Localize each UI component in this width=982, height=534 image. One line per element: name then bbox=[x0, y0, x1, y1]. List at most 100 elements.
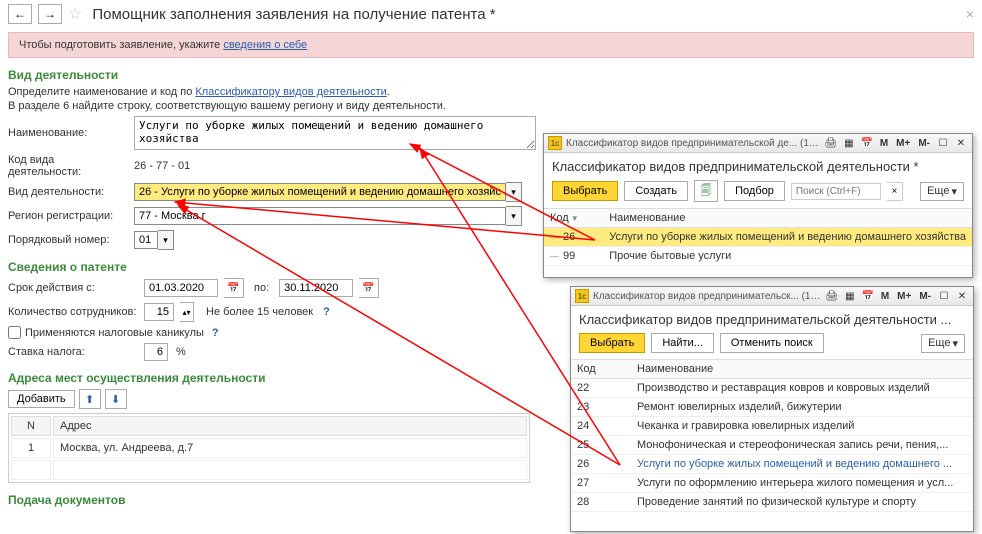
modal1-search-input[interactable] bbox=[791, 183, 881, 200]
print-icon[interactable]: 🖨 bbox=[825, 289, 839, 303]
emp-count-input[interactable] bbox=[144, 303, 174, 321]
add-address-button[interactable]: Добавить bbox=[8, 390, 75, 408]
emp-spinner-icon[interactable]: ▴▾ bbox=[180, 302, 194, 322]
modal2-select-button[interactable]: Выбрать bbox=[579, 333, 645, 353]
name-input[interactable]: Услуги по уборке жилых помещений и веден… bbox=[134, 116, 536, 150]
close-icon[interactable]: × bbox=[966, 6, 974, 22]
modal2-row[interactable]: 23Ремонт ювелирных изделий, бижутерии bbox=[571, 398, 973, 417]
modal2-window-title: Классификатор видов предпринимательск...… bbox=[593, 291, 821, 302]
activity-hint1-prefix: Определите наименование и код по bbox=[8, 86, 195, 98]
code-label: Код вида деятельности: bbox=[8, 154, 128, 178]
date-from-calendar-icon[interactable]: 📅 bbox=[224, 278, 244, 298]
warning-text: Чтобы подготовить заявление, укажите bbox=[19, 39, 223, 51]
modal1-copy-icon[interactable]: 🗐 bbox=[694, 180, 718, 202]
table-row-empty[interactable] bbox=[11, 460, 527, 480]
addresses-table: N Адрес 1 Москва, ул. Андреева, д.7 bbox=[8, 413, 530, 483]
warning-banner: Чтобы подготовить заявление, укажите све… bbox=[8, 32, 974, 58]
date-to-calendar-icon[interactable]: 📅 bbox=[359, 278, 379, 298]
calc-icon[interactable]: 📅 bbox=[861, 289, 875, 303]
favorite-star-icon[interactable]: ☆ bbox=[68, 4, 82, 24]
section-activity-title: Вид деятельности bbox=[8, 68, 974, 82]
modal2-row[interactable]: 27Услуги по оформлению интерьера жилого … bbox=[571, 474, 973, 493]
classifier-link[interactable]: Классификатору видов деятельности bbox=[195, 86, 386, 98]
maximize-icon[interactable]: ☐ bbox=[936, 136, 950, 150]
modal1-row[interactable]: —99Прочие бытовые услуги bbox=[544, 247, 972, 266]
modal2-row[interactable]: 26Услуги по уборке жилых помещений и вед… bbox=[571, 455, 973, 474]
modal1-more-button[interactable]: Еще▾ bbox=[920, 182, 964, 201]
activity-hint2: В разделе 6 найдите строку, соответствую… bbox=[8, 100, 974, 112]
order-dropdown-toggle[interactable]: ▾ bbox=[158, 230, 174, 250]
classifier-modal-2: 1c Классификатор видов предпринимательск… bbox=[570, 286, 974, 532]
col-n: N bbox=[11, 416, 51, 436]
modal1-window-title: Классификатор видов предпринимательской … bbox=[566, 138, 820, 149]
holidays-checkbox[interactable] bbox=[8, 326, 21, 339]
modal1-col-name[interactable]: Наименование bbox=[603, 209, 972, 228]
m-plus-button[interactable]: M+ bbox=[894, 138, 912, 149]
app-icon: 1c bbox=[575, 289, 589, 303]
nav-back-button[interactable]: ← bbox=[8, 4, 32, 24]
rate-input[interactable] bbox=[144, 343, 168, 361]
date-to-input[interactable] bbox=[279, 279, 353, 297]
date-from-input[interactable] bbox=[144, 279, 218, 297]
modal1-select-button[interactable]: Выбрать bbox=[552, 181, 618, 201]
code-value: 26 - 77 - 01 bbox=[134, 160, 190, 172]
modal2-grid: КодНаименование 22Производство и реставр… bbox=[571, 360, 973, 512]
modal1-pick-button[interactable]: Подбор bbox=[724, 181, 785, 201]
grid-icon[interactable]: ▦ bbox=[843, 289, 857, 303]
modal1-create-button[interactable]: Создать bbox=[624, 181, 688, 201]
table-row[interactable]: 1 Москва, ул. Андреева, д.7 bbox=[11, 438, 527, 458]
move-down-button[interactable]: ⬇ bbox=[105, 389, 127, 409]
m-button[interactable]: M bbox=[878, 138, 890, 149]
modal1-row[interactable]: —26Услуги по уборке жилых помещений и ве… bbox=[544, 228, 972, 247]
modal2-col-name[interactable]: Наименование bbox=[631, 360, 973, 379]
classifier-modal-1: 1c Классификатор видов предпринимательск… bbox=[543, 133, 973, 278]
modal1-close-icon[interactable]: ✕ bbox=[954, 136, 968, 150]
app-icon: 1c bbox=[548, 136, 562, 150]
order-label: Порядковый номер: bbox=[8, 234, 128, 246]
modal1-grid: Код▼Наименование —26Услуги по уборке жил… bbox=[544, 209, 972, 266]
region-label: Регион регистрации: bbox=[8, 210, 128, 222]
type-dropdown-toggle[interactable]: ▾ bbox=[506, 182, 522, 202]
period-label: Срок действия с: bbox=[8, 282, 138, 294]
holidays-label: Применяются налоговые каникулы bbox=[25, 327, 204, 339]
region-dropdown[interactable] bbox=[134, 207, 506, 225]
col-addr: Адрес bbox=[53, 416, 527, 436]
type-dropdown[interactable] bbox=[134, 183, 506, 201]
modal2-find-button[interactable]: Найти... bbox=[651, 333, 714, 353]
region-dropdown-toggle[interactable]: ▾ bbox=[506, 206, 522, 226]
m-minus-button[interactable]: M- bbox=[917, 291, 933, 302]
rate-unit: % bbox=[176, 346, 186, 358]
emp-hint: Не более 15 человек bbox=[206, 306, 313, 318]
date-to-label: по: bbox=[254, 282, 269, 294]
modal2-col-code[interactable]: Код bbox=[571, 360, 631, 379]
name-label: Наименование: bbox=[8, 127, 128, 139]
emp-help-icon[interactable]: ? bbox=[323, 306, 330, 318]
holidays-help-icon[interactable]: ? bbox=[212, 327, 219, 339]
emp-label: Количество сотрудников: bbox=[8, 306, 138, 318]
modal1-col-code[interactable]: Код▼ bbox=[544, 209, 603, 228]
m-button[interactable]: M bbox=[879, 291, 891, 302]
order-input[interactable] bbox=[134, 231, 158, 249]
table-header-row: N Адрес bbox=[11, 416, 527, 436]
warning-link[interactable]: сведения о себе bbox=[223, 39, 307, 51]
type-label: Вид деятельности: bbox=[8, 186, 128, 198]
modal2-cancel-search-button[interactable]: Отменить поиск bbox=[720, 333, 824, 353]
move-up-button[interactable]: ⬆ bbox=[79, 389, 101, 409]
modal2-row[interactable]: 25Монофоническая и стереофоническая запи… bbox=[571, 436, 973, 455]
nav-forward-button[interactable]: → bbox=[38, 4, 62, 24]
print-icon[interactable]: 🖨 bbox=[824, 136, 838, 150]
modal2-row[interactable]: 24Чеканка и гравировка ювелирных изделий bbox=[571, 417, 973, 436]
m-minus-button[interactable]: M- bbox=[916, 138, 932, 149]
rate-label: Ставка налога: bbox=[8, 346, 138, 358]
modal2-row[interactable]: 28Проведение занятий по физической культ… bbox=[571, 493, 973, 512]
modal2-row[interactable]: 22Производство и реставрация ковров и ко… bbox=[571, 379, 973, 398]
calc-icon[interactable]: 📅 bbox=[860, 136, 874, 150]
modal2-title: Классификатор видов предпринимательской … bbox=[571, 306, 973, 331]
modal2-more-button[interactable]: Еще▾ bbox=[921, 334, 965, 353]
m-plus-button[interactable]: M+ bbox=[895, 291, 913, 302]
grid-icon[interactable]: ▦ bbox=[842, 136, 856, 150]
modal2-close-icon[interactable]: ✕ bbox=[955, 289, 969, 303]
modal1-search-clear-icon[interactable]: × bbox=[887, 182, 903, 201]
maximize-icon[interactable]: ☐ bbox=[937, 289, 951, 303]
page-title: Помощник заполнения заявления на получен… bbox=[92, 6, 495, 23]
